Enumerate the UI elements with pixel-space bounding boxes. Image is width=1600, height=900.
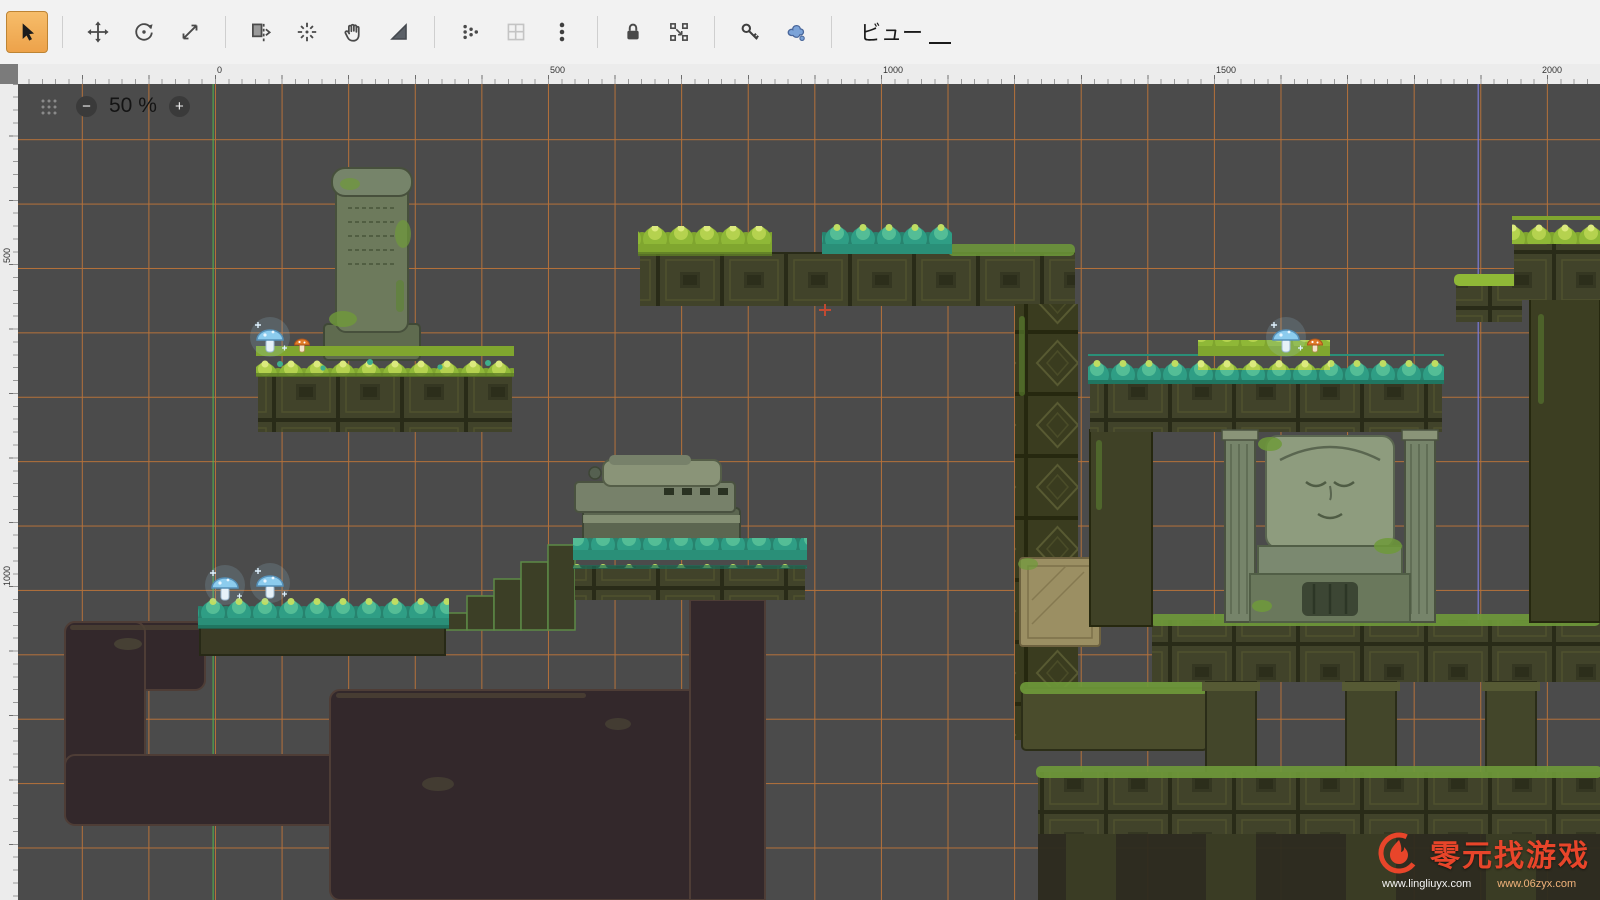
toolbar-separator bbox=[434, 16, 435, 48]
horizontal-ruler[interactable]: 0 500 1000 1500 2000 bbox=[18, 64, 1600, 85]
stone-face-statue[interactable] bbox=[1222, 430, 1438, 622]
toolbar-separator bbox=[714, 16, 715, 48]
toolbar-separator bbox=[597, 16, 598, 48]
ornate-column[interactable] bbox=[1015, 304, 1078, 740]
select-tool-button[interactable] bbox=[6, 11, 48, 53]
move-icon bbox=[85, 19, 111, 45]
mushroom-sprite[interactable] bbox=[250, 317, 290, 357]
snap-points-icon bbox=[457, 19, 483, 45]
lock-icon bbox=[620, 19, 646, 45]
zoom-out-button[interactable]: − bbox=[76, 96, 97, 117]
key-tool-button[interactable] bbox=[729, 11, 771, 53]
top-grass-platform[interactable] bbox=[638, 220, 1075, 306]
minus-icon: − bbox=[82, 96, 91, 117]
ruler-tick-label: 2000 bbox=[1542, 65, 1562, 75]
rotate-tool-button[interactable] bbox=[123, 11, 165, 53]
zoom-level-value: 50 % bbox=[109, 94, 157, 118]
layer-order-button[interactable] bbox=[240, 11, 282, 53]
right-edge-pillar[interactable] bbox=[1530, 298, 1600, 622]
ruler-tick-label: 0 bbox=[217, 65, 222, 75]
ellipsis-icon bbox=[549, 19, 575, 45]
snap-grid-icon bbox=[666, 19, 692, 45]
toolbar-separator bbox=[831, 16, 832, 48]
blob-shape-icon bbox=[783, 19, 809, 45]
mushroom-sprite[interactable] bbox=[1266, 317, 1306, 357]
stone-monument[interactable] bbox=[324, 168, 420, 360]
column-ledge[interactable] bbox=[1020, 682, 1209, 750]
main-toolbar: ビュー bbox=[0, 0, 1600, 65]
grid-icon bbox=[503, 19, 529, 45]
ruler-tick-label: 1000 bbox=[883, 65, 903, 75]
scale-icon bbox=[177, 19, 203, 45]
snap-grid-button[interactable] bbox=[658, 11, 700, 53]
watermark-url-secondary: www.06zyx.com bbox=[1497, 878, 1576, 890]
vertical-ruler[interactable]: 500 1000 bbox=[0, 84, 19, 900]
grass-platform-center[interactable] bbox=[573, 538, 807, 600]
toolbar-separator bbox=[225, 16, 226, 48]
map-canvas[interactable]: − 50 % + 零元找游戏 www.lingliuyx.com www.06z… bbox=[18, 84, 1600, 900]
stone-vehicle[interactable] bbox=[575, 455, 740, 546]
zoom-control: − 50 % + bbox=[76, 94, 190, 118]
lock-button[interactable] bbox=[612, 11, 654, 53]
mushroom-sprite[interactable] bbox=[205, 565, 245, 605]
right-platform-support[interactable] bbox=[1090, 430, 1152, 626]
more-options-button[interactable] bbox=[541, 11, 583, 53]
grass-platform-right[interactable] bbox=[1088, 340, 1444, 432]
move-tool-button[interactable] bbox=[77, 11, 119, 53]
rotate-icon bbox=[131, 19, 157, 45]
snap-cross-icon bbox=[294, 19, 320, 45]
key-icon bbox=[737, 19, 763, 45]
level-scene bbox=[18, 84, 1600, 900]
level-editor-window: ビュー 0 500 1000 1500 2000 500 1000 bbox=[0, 0, 1600, 900]
scale-tool-button[interactable] bbox=[169, 11, 211, 53]
stone-block[interactable] bbox=[1018, 558, 1100, 646]
hand-icon bbox=[340, 19, 366, 45]
grass-platform-lower-left[interactable] bbox=[198, 598, 449, 655]
cursor-icon bbox=[14, 19, 40, 45]
mushroom-sprite[interactable] bbox=[250, 563, 290, 603]
zoom-in-button[interactable]: + bbox=[169, 96, 190, 117]
toolbar-separator bbox=[62, 16, 63, 48]
view-menu-label: ビュー bbox=[860, 15, 923, 53]
view-menu-button[interactable]: ビュー bbox=[846, 11, 965, 53]
grid-toggle-button[interactable] bbox=[495, 11, 537, 53]
watermark-site-name: 零元找游戏 bbox=[1430, 831, 1590, 875]
snap-cross-button[interactable] bbox=[286, 11, 328, 53]
pan-tool-button[interactable] bbox=[332, 11, 374, 53]
plus-icon: + bbox=[175, 96, 184, 117]
ruler-tick-label: 500 bbox=[550, 65, 565, 75]
angle-tool-button[interactable] bbox=[378, 11, 420, 53]
stair-blocks[interactable] bbox=[440, 545, 575, 630]
collision-shape-button[interactable] bbox=[775, 11, 817, 53]
layer-order-icon bbox=[248, 19, 274, 45]
view-menu-underline bbox=[929, 42, 951, 44]
grass-platform-left[interactable] bbox=[256, 346, 514, 432]
watermark: 零元找游戏 www.lingliuyx.com www.06zyx.com bbox=[1376, 830, 1590, 890]
triangle-ruler-icon bbox=[386, 19, 412, 45]
watermark-logo-icon bbox=[1376, 830, 1422, 876]
watermark-url-primary: www.lingliuyx.com bbox=[1382, 878, 1471, 890]
ruler-corner bbox=[0, 64, 18, 85]
ruler-tick-label: 500 bbox=[2, 248, 12, 263]
ruler-tick-label: 1500 bbox=[1216, 65, 1236, 75]
drag-handle-icon[interactable] bbox=[40, 98, 58, 116]
ruler-tick-label: 1000 bbox=[2, 566, 12, 586]
snap-points-button[interactable] bbox=[449, 11, 491, 53]
